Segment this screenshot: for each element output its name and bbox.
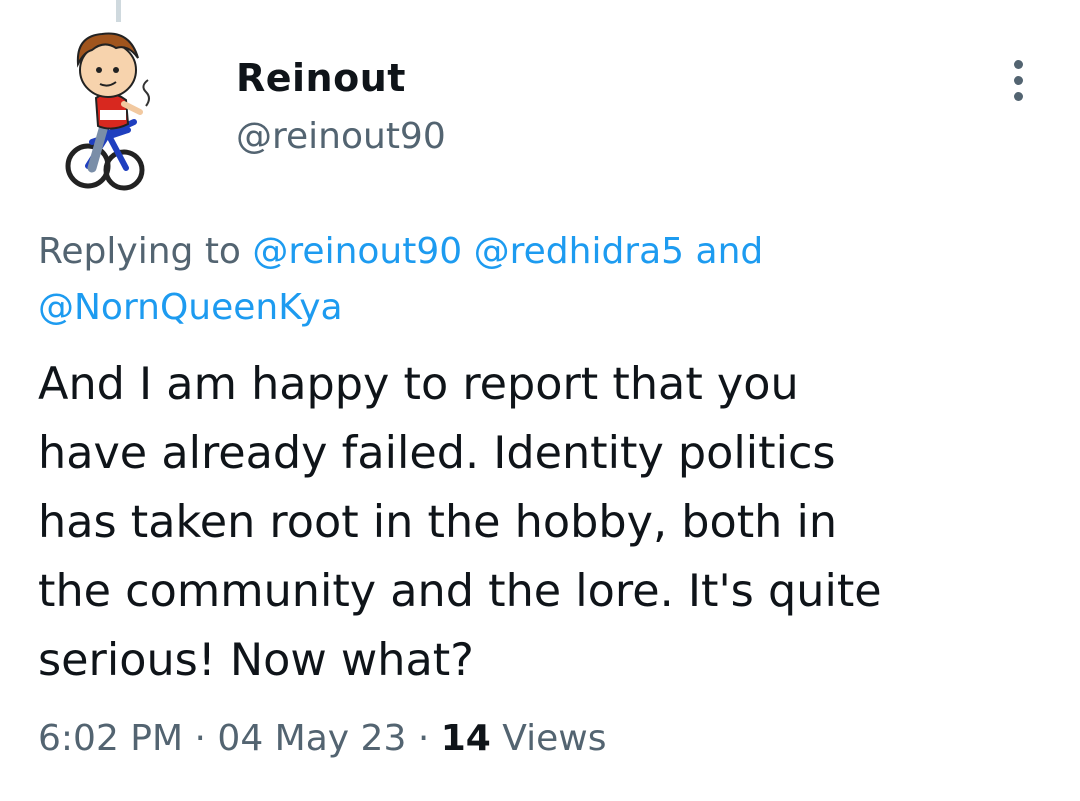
views-label: Views — [502, 718, 607, 759]
mention-link[interactable]: @redhidra5 — [474, 231, 684, 272]
avatar[interactable] — [52, 22, 192, 194]
author-name[interactable]: Reinout — [236, 56, 406, 100]
views-count: 14 — [440, 718, 491, 759]
mention-conjunction[interactable]: and — [696, 231, 764, 272]
replying-to-label: Replying to — [38, 231, 241, 272]
separator-dot: · — [417, 718, 430, 759]
tweet-date[interactable]: 04 May 23 — [217, 718, 406, 759]
tweet-time[interactable]: 6:02 PM — [38, 718, 183, 759]
replying-to-line: Replying to @reinout90 @redhidra5 and @N… — [38, 224, 1048, 336]
mention-link[interactable]: @NornQueenKya — [38, 287, 343, 328]
author-handle[interactable]: @reinout90 — [236, 116, 446, 157]
tweet-meta: 6:02 PM · 04 May 23 · 14 Views — [38, 718, 606, 759]
views-link[interactable]: 14 Views — [441, 718, 607, 759]
more-vertical-icon[interactable] — [1000, 56, 1040, 106]
thread-connector-line — [116, 0, 121, 22]
separator-dot: · — [194, 718, 206, 759]
mention-link[interactable]: @reinout90 — [252, 231, 462, 272]
tweet-text: And I am happy to report that you have a… — [38, 359, 882, 686]
